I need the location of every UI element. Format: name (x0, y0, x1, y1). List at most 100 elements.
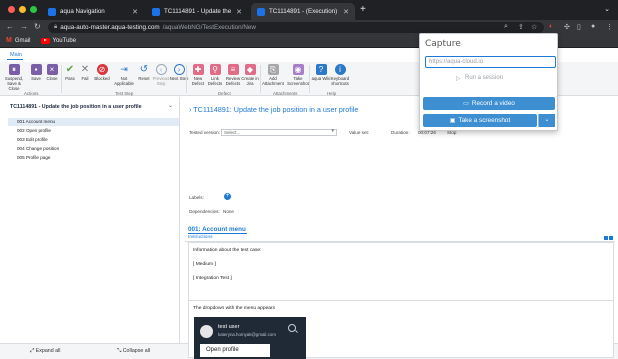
tab-search-chevron-icon[interactable]: ⌄ (604, 5, 610, 13)
capture-extension-icon[interactable]: ◐ (549, 23, 553, 30)
tested-version-select[interactable]: Select... (221, 129, 337, 136)
tree-test-case-title[interactable]: TC1114891 - Update the job position in a… (10, 104, 165, 110)
tab-title: aqua Navigation (60, 8, 105, 15)
step-title-underline (188, 233, 247, 234)
capture-url-input[interactable]: https://aqua-cloud.io (425, 56, 556, 68)
close-icon: × (46, 64, 58, 75)
ribbon-separator (260, 65, 261, 93)
wiki-icon: ? (315, 64, 327, 75)
collapse-all-button[interactable]: ⤡ Collapse all (117, 348, 150, 355)
ribbon-label: Take Screenshot (287, 76, 309, 86)
screenshot-user-email: kateryna.homyak@gmail.com (218, 332, 276, 337)
blocked-icon: ⊘ (96, 64, 108, 75)
window-minimize-button[interactable] (19, 6, 26, 13)
attachment-icon: ⎘ (267, 64, 279, 75)
tab-close-icon[interactable]: ✕ (132, 8, 138, 16)
record-video-label: Record a video (471, 100, 515, 107)
group-label-attachments: Attachments (273, 91, 298, 96)
gmail-icon: M (6, 37, 12, 44)
ribbon-label: Suspend, Save & Close (4, 76, 24, 91)
browser-tab-active[interactable]: TC1114891 - (Execution) ✕ (251, 3, 355, 20)
video-camera-icon: ▭ (463, 101, 469, 107)
take-screenshot-button[interactable]: ▣ Take a screenshot (423, 114, 537, 127)
keyboard-shortcuts-button[interactable]: i Keyboard shortcuts (329, 64, 351, 86)
capture-logo: Capture (425, 39, 461, 49)
address-bar[interactable]: 🔒︎ aqua-auto-master.aqua-testing.com/aqu… (48, 22, 544, 33)
play-icon: ▷ (456, 76, 461, 82)
back-arrow-icon[interactable]: ← (6, 22, 14, 31)
take-screenshot-ribbon-button[interactable]: ◉ Take Screenshot (287, 64, 309, 86)
screenshot-options-chevron-icon[interactable]: ⌄ (538, 114, 555, 127)
bookmark-gmail[interactable]: M Gmail (6, 37, 31, 44)
expand-icon[interactable] (609, 236, 613, 240)
tree-step-item[interactable]: 001 Account menu (17, 119, 55, 124)
new-tab-plus-icon[interactable]: + (360, 4, 366, 15)
add-attachment-button[interactable]: ⎘ Add Attachment (262, 64, 284, 86)
forward-arrow-icon[interactable]: → (20, 22, 28, 31)
zoom-search-icon[interactable]: ⌕ (504, 23, 508, 31)
not-applicable-button[interactable]: ⇥ Not Applicable (113, 64, 135, 86)
group-label-actions: Actions (24, 91, 39, 96)
browser-tab[interactable]: aqua Navigation ✕ (42, 3, 144, 20)
next-icon: › (173, 64, 185, 75)
instructions-label: Instructions (188, 235, 213, 240)
run-session-button[interactable]: Run a session (465, 75, 503, 81)
ribbon-label: Blocked (94, 76, 110, 81)
bookmark-star-icon[interactable]: ☆ (531, 23, 537, 31)
browser-menu-icon[interactable]: ⋮ (606, 23, 613, 31)
window-close-button[interactable] (8, 6, 15, 13)
share-icon[interactable]: ⇪ (518, 23, 524, 31)
instruction-line: Information about the test case: (193, 248, 262, 253)
browser-tab-strip: aqua Navigation ✕ TC1114891 - Update the… (0, 0, 618, 20)
dependencies-label: Dependencies: (189, 209, 220, 214)
browser-toolbar: ← → ↻ 🔒︎ aqua-auto-master.aqua-testing.c… (0, 20, 618, 34)
blocked-button[interactable]: ⊘ Blocked (91, 64, 113, 81)
capture-extension-popup: Capture https://aqua-cloud.io ▷ Run a se… (419, 33, 558, 131)
collapse-chevron-icon[interactable]: ⌄ (168, 102, 173, 109)
side-panel-icon[interactable]: ▯ (577, 23, 581, 31)
reload-icon[interactable]: ↻ (34, 22, 41, 31)
tab-close-icon[interactable]: ✕ (343, 8, 349, 16)
screenshot-user-name: test user (218, 324, 240, 330)
labels-label: Labels: (189, 195, 204, 200)
add-label-plus-icon[interactable]: + (224, 193, 231, 200)
tab-title: TC1114891 - Update the job po (164, 8, 232, 15)
tree-step-item[interactable]: 005 Profile page (17, 155, 50, 160)
browser-tab[interactable]: TC1114891 - Update the job po ✕ (146, 3, 248, 20)
url-path: /aquaWebNG/TestExecution/New (162, 24, 256, 31)
youtube-icon (40, 37, 50, 44)
profile-avatar-icon[interactable]: ● (591, 23, 595, 30)
tree-step-item[interactable]: 003 Edit profile (17, 137, 48, 142)
group-label-defect: Defect (218, 91, 231, 96)
expected-result-text: The dropdown with the menu appears (193, 306, 276, 311)
ribbon-label: Add Attachment (262, 76, 284, 86)
capture-logo-text: Capture (425, 39, 461, 49)
extensions-puzzle-icon[interactable]: ✣ (564, 23, 570, 31)
screenshot-open-profile: Open profile (200, 344, 270, 357)
bookmark-youtube[interactable]: YouTube (40, 37, 76, 44)
test-case-title: › TC1114891: Update the job position in … (189, 105, 359, 114)
suspend-save-close-button[interactable]: ⏸ Suspend, Save & Close (3, 64, 25, 91)
window-zoom-button[interactable] (30, 6, 37, 13)
aqua-favicon-icon (48, 7, 56, 16)
tree-step-item[interactable]: 004 Change position (17, 146, 59, 151)
aqua-favicon-icon (257, 7, 265, 16)
record-video-button[interactable]: ▭ Record a video (423, 97, 555, 110)
search-icon (288, 324, 296, 332)
step-title: 001: Account menu (188, 226, 246, 233)
ribbon-tab-main[interactable]: Main (10, 52, 22, 58)
create-in-jira-button[interactable]: ◆ Create in Jira (239, 64, 261, 86)
reset-icon: ↺ (139, 64, 149, 75)
dependencies-value: None (223, 209, 234, 214)
jira-icon: ◆ (244, 64, 256, 75)
link-defects-icon: ⚲ (209, 64, 221, 75)
edit-mode-icon[interactable] (604, 236, 608, 240)
tested-version-label: Tested version: (189, 130, 220, 135)
expected-result-screenshot[interactable]: test user kateryna.homyak@gmail.com Open… (194, 317, 306, 359)
expand-all-label: Expand all (35, 348, 61, 354)
expand-all-button[interactable]: ⤢ Expand all (30, 348, 60, 355)
test-step-tree: TC1114891 - Update the job position in a… (0, 97, 180, 343)
tab-close-icon[interactable]: ✕ (236, 8, 242, 16)
tree-step-item[interactable]: 002 Open profile (17, 128, 51, 133)
lock-icon: 🔒︎ (54, 24, 58, 30)
